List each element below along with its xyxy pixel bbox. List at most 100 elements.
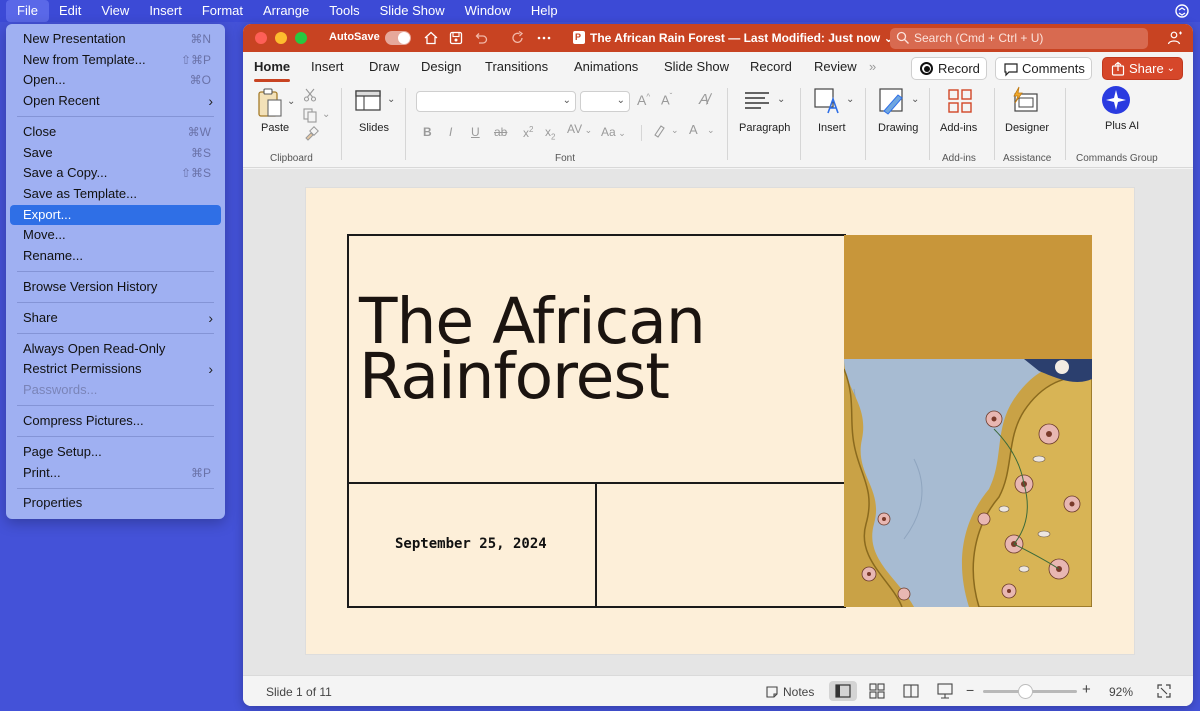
reading-view-button[interactable] bbox=[897, 681, 925, 701]
copy-icon[interactable] bbox=[302, 107, 318, 123]
font-color-chevron-icon[interactable]: ⌄ bbox=[707, 125, 715, 136]
add-ins-icon[interactable] bbox=[947, 88, 973, 114]
insert-shapes-icon[interactable] bbox=[814, 87, 842, 117]
file-menu-item[interactable]: Move... bbox=[10, 225, 221, 246]
fit-to-window-icon[interactable] bbox=[1156, 683, 1172, 699]
increase-font-size-icon[interactable]: A^ bbox=[637, 92, 650, 108]
menu-file[interactable]: File bbox=[6, 0, 49, 22]
menu-edit[interactable]: Edit bbox=[49, 0, 91, 22]
menu-window[interactable]: Window bbox=[455, 0, 521, 22]
decrease-font-size-icon[interactable]: Aˇ bbox=[661, 92, 672, 107]
slide-title[interactable]: The African Rainforest bbox=[359, 290, 706, 408]
drawing-chevron-icon[interactable]: ⌄ bbox=[911, 94, 919, 105]
slide-date[interactable]: September 25, 2024 bbox=[395, 536, 547, 552]
file-menu-item[interactable]: Close ⌘W bbox=[10, 122, 221, 143]
file-menu-item[interactable]: New from Template... ⇧⌘P bbox=[10, 50, 221, 71]
save-icon[interactable] bbox=[448, 30, 464, 46]
insert-chevron-icon[interactable]: ⌄ bbox=[846, 94, 854, 105]
more-options-icon[interactable] bbox=[536, 30, 552, 46]
slideshow-view-button[interactable] bbox=[931, 681, 959, 701]
bold-icon[interactable]: B bbox=[423, 125, 432, 139]
slides-chevron-icon[interactable]: ⌄ bbox=[387, 94, 395, 105]
file-menu-item[interactable]: Save a Copy... ⇧⌘S bbox=[10, 163, 221, 184]
file-menu-item[interactable]: Export... bbox=[10, 204, 221, 226]
font-color-icon[interactable]: A bbox=[689, 122, 698, 137]
change-case-icon[interactable]: Aa ⌄ bbox=[601, 125, 626, 139]
designer-icon[interactable] bbox=[1010, 86, 1040, 114]
file-menu-item[interactable]: Always Open Read-Only bbox=[10, 339, 221, 360]
tab-slide-show[interactable]: Slide Show bbox=[664, 59, 729, 74]
tab-record[interactable]: Record bbox=[750, 59, 792, 74]
search-input[interactable]: Search (Cmd + Ctrl + U) bbox=[890, 28, 1148, 49]
zoom-in-button[interactable]: + bbox=[1082, 681, 1091, 698]
menu-arrange[interactable]: Arrange bbox=[253, 0, 319, 22]
file-menu-item[interactable]: Print... ⌘P bbox=[10, 463, 221, 484]
clear-formatting-icon[interactable]: A̸ bbox=[699, 91, 709, 108]
superscript-icon[interactable]: x2 bbox=[523, 125, 533, 140]
tab-draw[interactable]: Draw bbox=[369, 59, 399, 74]
sync-icon[interactable] bbox=[1174, 3, 1190, 19]
chevron-down-icon[interactable]: ⌄ bbox=[1167, 58, 1175, 79]
comments-button[interactable]: Comments bbox=[995, 57, 1092, 80]
slides-icon[interactable] bbox=[354, 89, 382, 113]
document-title[interactable]: The African Rain Forest — Last Modified:… bbox=[573, 31, 894, 45]
file-menu-item[interactable]: Browse Version History bbox=[10, 277, 221, 298]
paragraph-chevron-icon[interactable]: ⌄ bbox=[777, 94, 785, 105]
file-menu-item[interactable]: New Presentation ⌘N bbox=[10, 29, 221, 50]
file-menu-item[interactable]: Properties bbox=[10, 493, 221, 514]
menu-slide-show[interactable]: Slide Show bbox=[370, 0, 455, 22]
tab-design[interactable]: Design bbox=[421, 59, 461, 74]
underline-icon[interactable]: U bbox=[471, 125, 480, 139]
character-spacing-icon[interactable]: AV ⌄ bbox=[567, 122, 592, 136]
normal-view-button[interactable] bbox=[829, 681, 857, 701]
tab-insert[interactable]: Insert bbox=[311, 59, 344, 74]
subscript-icon[interactable]: x2 bbox=[545, 125, 555, 141]
strikethrough-icon[interactable]: ab bbox=[494, 125, 507, 139]
share-person-icon[interactable] bbox=[1167, 30, 1183, 46]
highlight-icon[interactable] bbox=[652, 124, 666, 138]
tab-review[interactable]: Review bbox=[814, 59, 857, 74]
file-menu-item[interactable]: Save as Template... bbox=[10, 184, 221, 205]
tab-animations[interactable]: Animations bbox=[574, 59, 638, 74]
menu-help[interactable]: Help bbox=[521, 0, 568, 22]
menu-tools[interactable]: Tools bbox=[319, 0, 369, 22]
zoom-window-button[interactable] bbox=[295, 32, 307, 44]
copy-options-chevron-icon[interactable]: ⌄ bbox=[322, 109, 330, 120]
font-size-dropdown[interactable]: ⌄ bbox=[580, 91, 630, 112]
file-menu-item[interactable]: Share › bbox=[10, 308, 221, 329]
file-menu-item[interactable]: Compress Pictures... bbox=[10, 411, 221, 432]
slide-sorter-button[interactable] bbox=[863, 681, 891, 701]
share-button[interactable]: Share ⌄ bbox=[1102, 57, 1183, 80]
tabs-overflow-chevron-icon[interactable]: » bbox=[869, 59, 876, 74]
record-button[interactable]: Record bbox=[911, 57, 987, 80]
menu-insert[interactable]: Insert bbox=[139, 0, 192, 22]
highlight-chevron-icon[interactable]: ⌄ bbox=[671, 125, 679, 136]
paragraph-icon[interactable] bbox=[743, 90, 771, 112]
file-menu-item[interactable]: Restrict Permissions › bbox=[10, 359, 221, 380]
zoom-slider-thumb[interactable] bbox=[1018, 684, 1033, 699]
zoom-percentage[interactable]: 92% bbox=[1109, 685, 1133, 699]
zoom-out-button[interactable]: − bbox=[966, 682, 974, 698]
menu-format[interactable]: Format bbox=[192, 0, 253, 22]
drawing-icon[interactable] bbox=[878, 87, 908, 117]
tab-home[interactable]: Home bbox=[254, 59, 291, 82]
cut-icon[interactable] bbox=[303, 88, 317, 102]
slide-editing-area[interactable]: The African Rainforest September 25, 202… bbox=[243, 169, 1193, 675]
paste-icon[interactable] bbox=[256, 87, 284, 119]
file-menu-item[interactable]: Save ⌘S bbox=[10, 143, 221, 164]
file-menu-item[interactable]: Open Recent › bbox=[10, 91, 221, 112]
undo-icon[interactable] bbox=[473, 30, 489, 46]
redo-icon[interactable] bbox=[510, 30, 526, 46]
italic-icon[interactable]: I bbox=[449, 125, 452, 139]
tab-transitions[interactable]: Transitions bbox=[485, 59, 548, 74]
font-name-dropdown[interactable]: ⌄ bbox=[416, 91, 576, 112]
paste-options-chevron-icon[interactable]: ⌄ bbox=[287, 96, 295, 107]
slide-1[interactable]: The African Rainforest September 25, 202… bbox=[306, 188, 1134, 654]
plus-ai-icon[interactable] bbox=[1101, 85, 1131, 115]
format-painter-icon[interactable] bbox=[303, 126, 319, 142]
minimize-window-button[interactable] bbox=[275, 32, 287, 44]
file-menu-item[interactable]: Page Setup... bbox=[10, 442, 221, 463]
file-menu-item[interactable]: Rename... bbox=[10, 246, 221, 267]
close-window-button[interactable] bbox=[255, 32, 267, 44]
menu-view[interactable]: View bbox=[91, 0, 139, 22]
